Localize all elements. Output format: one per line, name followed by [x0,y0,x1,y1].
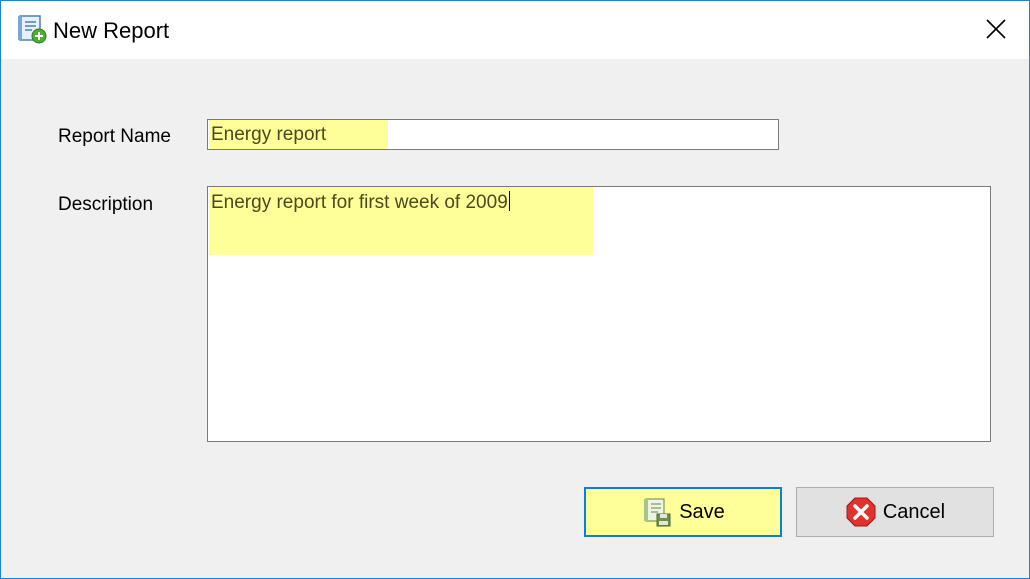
description-textarea[interactable]: Energy report for first week of 2009 [207,186,991,442]
report-name-label: Report Name [58,126,171,147]
cancel-button[interactable]: Cancel [796,487,994,537]
text-caret [508,191,510,211]
window-title: New Report [53,18,170,43]
new-report-icon [16,14,48,44]
report-name-value: Energy report [211,124,327,145]
description-value-wrap: Energy report for first week of 2009 [211,191,510,214]
save-label: Save [679,500,725,523]
title-bar[interactable]: New Report [1,1,1029,59]
cancel-x-icon [845,496,877,528]
dialog-window: New Report Report Name Energy report Des… [0,0,1030,579]
close-button[interactable] [973,9,1019,53]
report-name-input[interactable]: Energy report [207,119,779,150]
save-report-icon [641,496,673,528]
close-icon [985,18,1007,45]
save-button[interactable]: Save [584,487,782,537]
cancel-label: Cancel [882,500,946,523]
description-value: Energy report for first week of 2009 [211,192,508,213]
description-label: Description [58,194,154,215]
